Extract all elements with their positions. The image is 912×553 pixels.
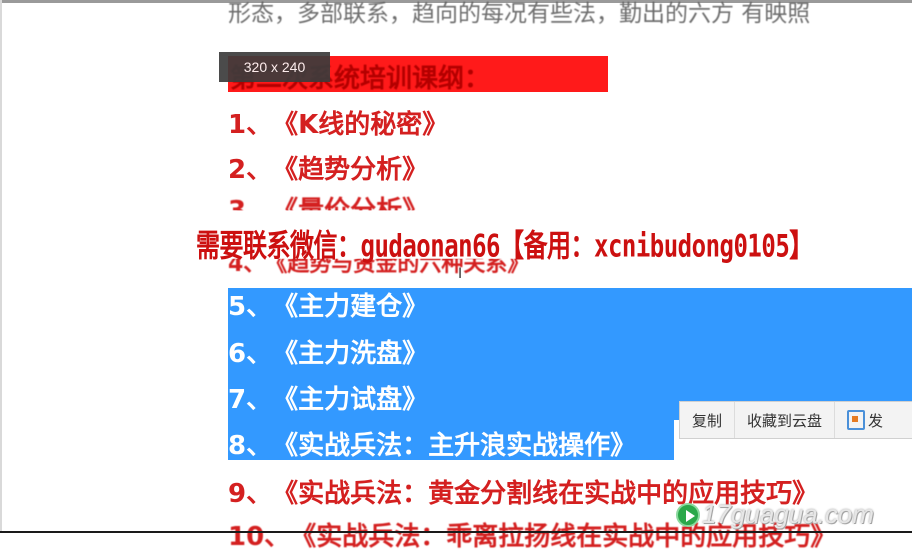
save-to-cloud-button[interactable]: 收藏到云盘 (735, 402, 836, 438)
size-tooltip: 320 x 240 (219, 52, 330, 82)
item-number: 6、 (228, 339, 273, 369)
send-button[interactable]: 发 (835, 402, 895, 438)
outline-item-5[interactable]: 5、《主力建仓》 (228, 286, 428, 323)
contact-watermark: 需要联系微信：gudaonan66【备用：xcnibudong0105】 (196, 227, 813, 265)
item-number: 1、 (228, 110, 273, 140)
left-edge (0, 0, 2, 533)
document-top-line: 形态，多部联系，趋向的每况有些法，勤出的六方 有映照 (228, 1, 811, 27)
item-number: 5、 (228, 292, 273, 322)
item-title: 《K线的秘密》 (272, 110, 449, 140)
item-title: 《主力试盘》 (272, 385, 429, 415)
item-number: 2、 (228, 155, 273, 185)
item-title: 《主力建仓》 (272, 292, 429, 322)
site-watermark-text: 17guagua.com (702, 499, 875, 529)
selection-context-menu: 复制 收藏到云盘 发 (679, 401, 912, 439)
play-icon (676, 502, 700, 527)
item-number: 10、 (228, 522, 291, 552)
send-doc-icon (847, 410, 866, 430)
site-watermark: 17guagua.com (676, 499, 874, 530)
outline-item-7[interactable]: 7、《主力试盘》 (228, 379, 428, 416)
item-title: 《主力洗盘》 (272, 339, 429, 369)
outline-item-8[interactable]: 8、《实战兵法：主升浪实战操作》 (228, 425, 636, 462)
outline-item-6[interactable]: 6、《主力洗盘》 (228, 333, 428, 370)
outline-item-1[interactable]: 1、《K线的秘密》 (228, 104, 448, 141)
text-cursor-icon: I (458, 266, 463, 282)
item-title: 《实战兵法：主升浪实战操作》 (272, 431, 637, 461)
copy-button[interactable]: 复制 (680, 402, 736, 438)
item-number: 8、 (228, 431, 273, 461)
send-label: 发 (868, 411, 884, 430)
item-number: 9、 (228, 479, 273, 509)
item-title: 《趋势分析》 (272, 155, 429, 185)
outline-item-2[interactable]: 2、《趋势分析》 (228, 149, 428, 186)
item-number: 7、 (228, 385, 273, 415)
